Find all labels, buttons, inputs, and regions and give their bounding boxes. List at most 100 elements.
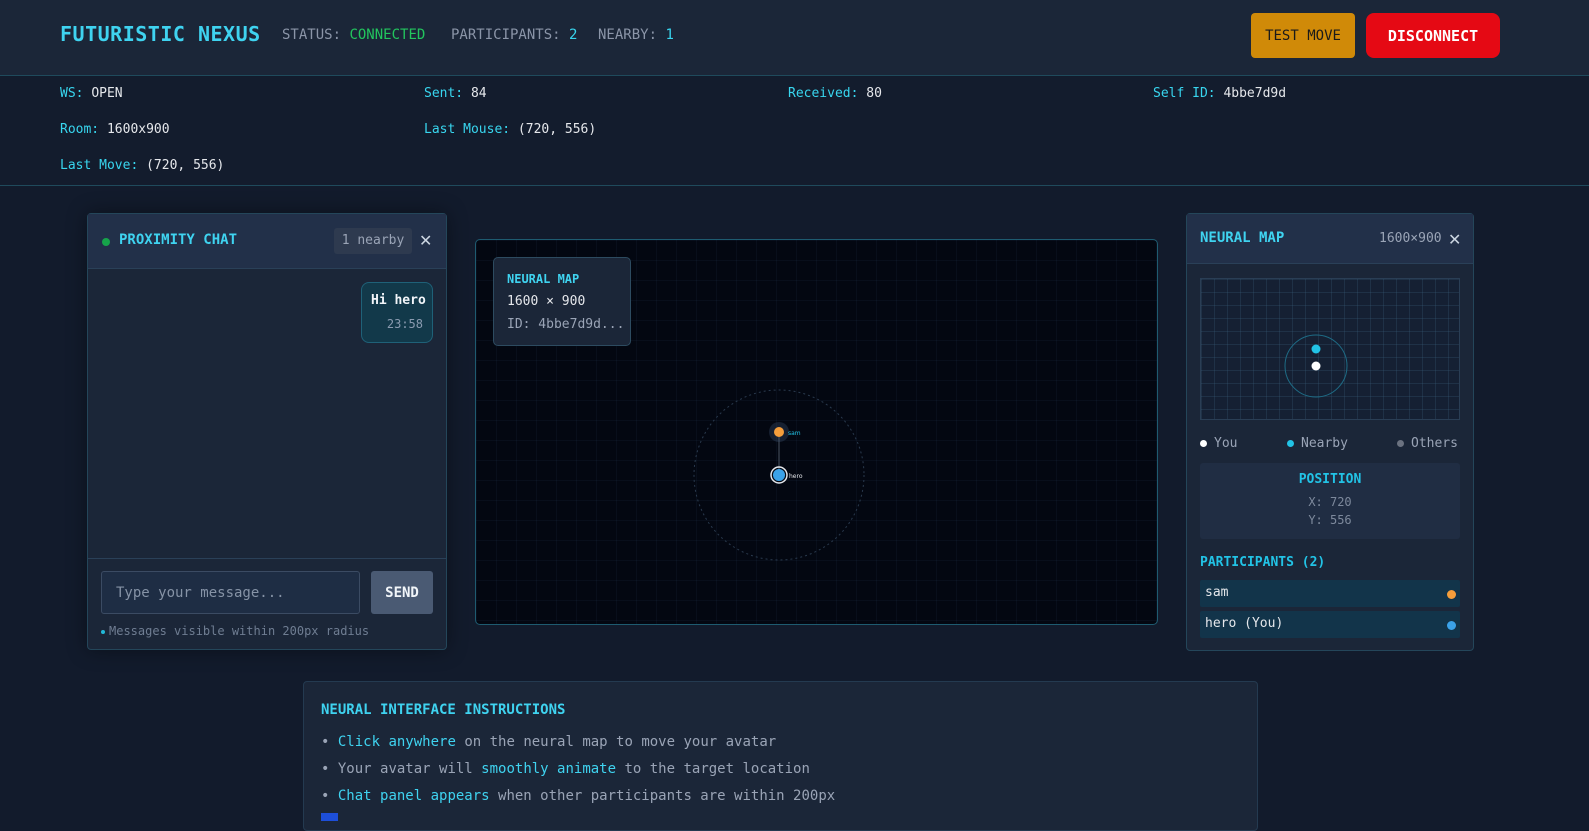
proximity-chat-panel: PROXIMITY CHAT 1 nearby ✕ Hi hero 23:58 …: [87, 213, 447, 650]
instruction-text: on the neural map to move your avatar: [455, 734, 777, 750]
minimap-title: NEURAL MAP: [1200, 230, 1285, 246]
nearby-badge: 1 nearby: [334, 228, 412, 254]
nearby-dot-icon: [1287, 440, 1294, 447]
status-label: STATUS:: [282, 27, 342, 43]
bullet: •: [321, 761, 330, 777]
legend-nearby: Nearby: [1287, 436, 1348, 451]
debug-room-label: Room:: [60, 122, 100, 137]
legend-others-label: Others: [1411, 436, 1458, 451]
debug-received: Received: 80: [788, 86, 882, 101]
debug-room-value: 1600x900: [106, 122, 170, 137]
position-title: POSITION: [1298, 472, 1362, 487]
close-icon[interactable]: ✕: [419, 231, 432, 250]
participant-color-icon: [1447, 621, 1456, 630]
debug-sent-label: Sent:: [424, 86, 464, 101]
sam-avatar[interactable]: [774, 427, 784, 437]
hint-dot-icon: [101, 629, 105, 634]
top-bar: FUTURISTIC NEXUS STATUS: CONNECTED PARTI…: [0, 0, 1589, 76]
hero-avatar-label: hero: [789, 473, 803, 480]
minimap-header: NEURAL MAP 1600×900 ✕: [1187, 214, 1473, 264]
debug-last-mouse-label: Last Mouse:: [424, 122, 511, 137]
instruction-text: when other participants are within 200px: [489, 788, 836, 804]
debug-last-move: Last Move: (720, 556): [60, 158, 224, 173]
close-icon[interactable]: ✕: [1448, 230, 1461, 249]
sam-avatar-label: sam: [788, 430, 801, 437]
bullet: •: [321, 734, 330, 750]
legend-you: You: [1200, 436, 1237, 451]
minimap-nearby-dot: [1311, 344, 1321, 354]
scroll-indicator: [321, 813, 338, 821]
chat-message-text: Hi hero: [371, 293, 426, 308]
others-dot-icon: [1397, 440, 1404, 447]
chat-divider: [88, 558, 446, 559]
neural-map-canvas[interactable]: sam hero NEURAL MAP 1600 × 900 ID: 4bbe7…: [475, 239, 1158, 625]
debug-panel: WS: OPEN Sent: 84 Received: 80 Self ID: …: [0, 77, 1589, 186]
minimap-view[interactable]: [1200, 278, 1460, 420]
debug-ws-value: OPEN: [91, 86, 123, 101]
legend-you-label: You: [1214, 436, 1238, 451]
instruction-text: to the target location: [616, 761, 810, 777]
chat-message-time: 23:58: [386, 317, 423, 331]
online-status-icon: [102, 238, 110, 246]
instructions-title: NEURAL INTERFACE INSTRUCTIONS: [321, 702, 566, 718]
participants-count: PARTICIPANTS: 2: [451, 27, 577, 43]
you-dot-icon: [1200, 440, 1207, 447]
debug-last-mouse: Last Mouse: (720, 556): [424, 122, 596, 137]
participant-row[interactable]: sam: [1200, 580, 1460, 607]
chat-header: PROXIMITY CHAT 1 nearby ✕: [88, 214, 446, 269]
hero-avatar[interactable]: [773, 469, 785, 481]
test-move-button[interactable]: TEST MOVE: [1251, 13, 1355, 58]
debug-ws: WS: OPEN: [60, 86, 123, 101]
instruction-item: • Your avatar will smoothly animate to t…: [321, 761, 810, 777]
debug-sent-value: 84: [470, 86, 487, 101]
map-info-id: ID: 4bbe7d9d...: [507, 317, 625, 332]
participant-name: hero (You): [1205, 616, 1284, 631]
nearby-value: 1: [665, 27, 674, 43]
minimap-size: 1600×900: [1379, 231, 1442, 246]
instruction-item: • Click anywhere on the neural map to mo…: [321, 734, 776, 750]
minimap-panel: NEURAL MAP 1600×900 ✕ You Nearby Others …: [1186, 213, 1474, 651]
map-info-card: NEURAL MAP 1600 × 900 ID: 4bbe7d9d...: [493, 257, 631, 346]
debug-last-move-value: (720, 556): [146, 158, 225, 173]
status-indicator: STATUS: CONNECTED: [282, 27, 425, 43]
debug-received-label: Received:: [788, 86, 859, 101]
instruction-highlight: smoothly animate: [481, 761, 617, 777]
position-x: X: 720: [1308, 495, 1352, 509]
instruction-text: Your avatar will: [337, 761, 482, 777]
legend-nearby-label: Nearby: [1301, 436, 1348, 451]
debug-last-mouse-value: (720, 556): [517, 122, 597, 137]
position-y: Y: 556: [1308, 513, 1352, 527]
disconnect-button[interactable]: DISCONNECT: [1366, 13, 1500, 58]
status-value: CONNECTED: [349, 27, 426, 43]
position-box: POSITION X: 720 Y: 556: [1200, 463, 1460, 539]
chat-radius-hint: Messages visible within 200px radius: [101, 624, 369, 638]
participants-label: PARTICIPANTS:: [451, 27, 561, 43]
debug-self-id: Self ID: 4bbe7d9d: [1153, 86, 1286, 101]
debug-room: Room: 1600x900: [60, 122, 170, 137]
chat-message: Hi hero 23:58: [361, 282, 433, 343]
app-title: FUTURISTIC NEXUS: [60, 22, 261, 46]
debug-ws-label: WS:: [60, 86, 84, 101]
bullet: •: [321, 788, 330, 804]
instruction-highlight: Chat panel appears: [337, 788, 490, 804]
minimap-scene: [1284, 334, 1348, 398]
map-info-title: NEURAL MAP: [507, 272, 580, 286]
send-button[interactable]: SEND: [371, 571, 433, 614]
nearby-count: NEARBY: 1: [598, 27, 674, 43]
participant-name: sam: [1205, 585, 1229, 600]
debug-sent: Sent: 84: [424, 86, 487, 101]
nearby-label: NEARBY:: [598, 27, 658, 43]
participants-title: PARTICIPANTS (2): [1200, 555, 1326, 570]
participant-color-icon: [1447, 590, 1456, 599]
debug-self-id-value: 4bbe7d9d: [1223, 86, 1287, 101]
participants-value: 2: [569, 27, 578, 43]
instructions-panel: NEURAL INTERFACE INSTRUCTIONS • Click an…: [303, 681, 1258, 831]
participant-row[interactable]: hero (You): [1200, 611, 1460, 638]
chat-message-input[interactable]: [101, 571, 360, 614]
debug-self-id-label: Self ID:: [1153, 86, 1216, 101]
debug-received-value: 80: [866, 86, 882, 101]
instruction-highlight: Click anywhere: [337, 734, 456, 750]
legend-others: Others: [1397, 436, 1458, 451]
instruction-item: • Chat panel appears when other particip…: [321, 788, 835, 804]
minimap-self-dot: [1311, 361, 1321, 371]
